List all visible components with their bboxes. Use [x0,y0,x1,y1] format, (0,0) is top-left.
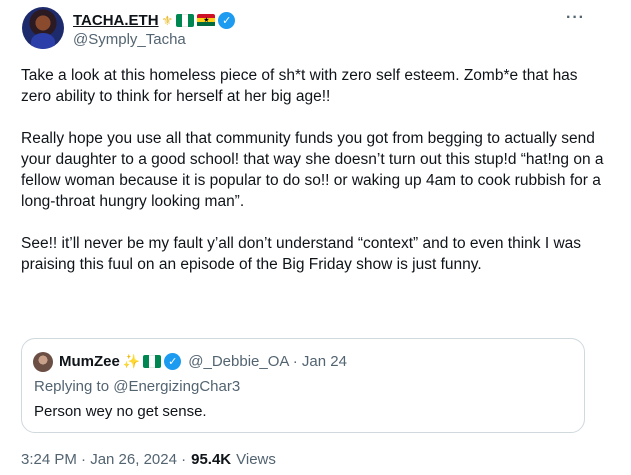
views-label: Views [236,451,276,468]
quoted-author-row: MumZee ✨ ✓ @_Debbie_OA · Jan 24 [59,353,347,370]
author-name-row: TACHA.ETH ⚜ ★ ✓ [73,10,236,30]
tweet-paragraph: See!! it’ll never be my fault y’all don’… [21,235,582,273]
nigeria-flag-icon [176,13,195,27]
quoted-tweet-text: Person wey no get sense. [34,403,207,420]
tweet-timestamp[interactable]: 3:24 PM · Jan 26, 2024 · [21,451,186,468]
quoted-author-avatar[interactable] [33,352,53,372]
ghana-flag-icon: ★ [197,13,216,27]
tweet-meta: 3:24 PM · Jan 26, 2024 · 95.4K Views [21,451,276,468]
quoted-author-display-name[interactable]: MumZee [59,353,120,370]
author-display-name[interactable]: TACHA.ETH [73,12,159,29]
views-count: 95.4K [191,451,232,468]
tweet-text: Take a look at this homeless piece of sh… [21,65,606,275]
author-avatar[interactable] [22,7,64,49]
verified-badge-icon[interactable]: ✓ [164,353,182,370]
author-handle[interactable]: @Symply_Tacha [73,31,186,48]
tweet-paragraph: Really hope you use all that community f… [21,130,604,210]
quoted-tweet[interactable]: MumZee ✨ ✓ @_Debbie_OA · Jan 24 Replying… [21,338,585,433]
ellipsis-icon[interactable]: ··· [566,9,585,27]
quoted-handle-date[interactable]: @_Debbie_OA · Jan 24 [188,353,347,370]
trident-icon: ⚜ [161,12,174,28]
sparkles-icon: ✨ [122,353,141,369]
nigeria-flag-icon [143,355,162,368]
verified-badge-icon[interactable]: ✓ [218,11,236,29]
quoted-replying-to[interactable]: Replying to @EnergizingChar3 [34,378,240,395]
tweet-paragraph: Take a look at this homeless piece of sh… [21,67,578,105]
